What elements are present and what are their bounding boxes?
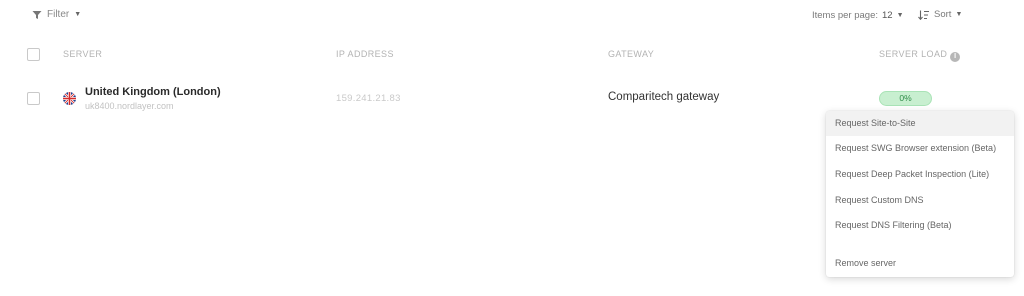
toolbar: Filter ▼ Items per page: 12 ▼ Sort ▼ bbox=[0, 0, 1024, 32]
select-all-checkbox[interactable] bbox=[27, 48, 40, 61]
filter-icon bbox=[32, 10, 42, 19]
chevron-down-icon: ▼ bbox=[74, 11, 82, 18]
column-header-gateway[interactable]: GATEWAY bbox=[608, 49, 654, 59]
table-row[interactable]: United Kingdom (London) uk8400.nordlayer… bbox=[0, 82, 1024, 114]
items-per-page-dropdown[interactable]: Items per page: 12 ▼ bbox=[812, 10, 904, 21]
server-load-label: SERVER LOAD bbox=[879, 49, 948, 59]
items-per-page-label: Items per page: bbox=[812, 10, 879, 21]
chevron-down-icon: ▼ bbox=[955, 11, 963, 18]
filter-label: Filter bbox=[47, 9, 70, 20]
server-load-badge: 0% bbox=[879, 91, 932, 106]
menu-item-request-swg-browser-extension[interactable]: Request SWG Browser extension (Beta) bbox=[826, 136, 1014, 161]
column-header-server-load[interactable]: SERVER LOAD i bbox=[879, 49, 961, 62]
gateway-name: Comparitech gateway bbox=[608, 91, 720, 103]
column-header-ip-address[interactable]: IP ADDRESS bbox=[336, 49, 394, 59]
menu-item-request-site-to-site[interactable]: Request Site-to-Site bbox=[826, 111, 1014, 136]
items-per-page-value: 12 bbox=[882, 10, 893, 21]
chevron-down-icon: ▼ bbox=[896, 12, 904, 19]
row-checkbox[interactable] bbox=[27, 92, 40, 105]
menu-item-request-dns-filtering[interactable]: Request DNS Filtering (Beta) bbox=[826, 213, 1014, 238]
menu-item-request-custom-dns[interactable]: Request Custom DNS bbox=[826, 188, 1014, 213]
menu-item-remove-server[interactable]: Remove server bbox=[826, 251, 1014, 276]
sort-icon bbox=[918, 10, 929, 20]
row-actions-menu: Request Site-to-Site Request SWG Browser… bbox=[826, 111, 1014, 277]
sort-label: Sort bbox=[934, 9, 952, 20]
server-name: United Kingdom (London) bbox=[85, 86, 221, 98]
table-header: SERVER IP ADDRESS GATEWAY SERVER LOAD i bbox=[0, 44, 1024, 64]
info-icon[interactable]: i bbox=[950, 52, 961, 62]
server-hostname: uk8400.nordlayer.com bbox=[85, 101, 174, 111]
menu-item-request-deep-packet-inspection[interactable]: Request Deep Packet Inspection (Lite) bbox=[826, 162, 1014, 187]
sort-button[interactable]: Sort ▼ bbox=[918, 9, 962, 20]
filter-button[interactable]: Filter ▼ bbox=[32, 9, 81, 20]
ip-address: 159.241.21.83 bbox=[336, 93, 401, 104]
column-header-server[interactable]: SERVER bbox=[63, 49, 102, 59]
uk-flag-icon bbox=[63, 92, 76, 105]
